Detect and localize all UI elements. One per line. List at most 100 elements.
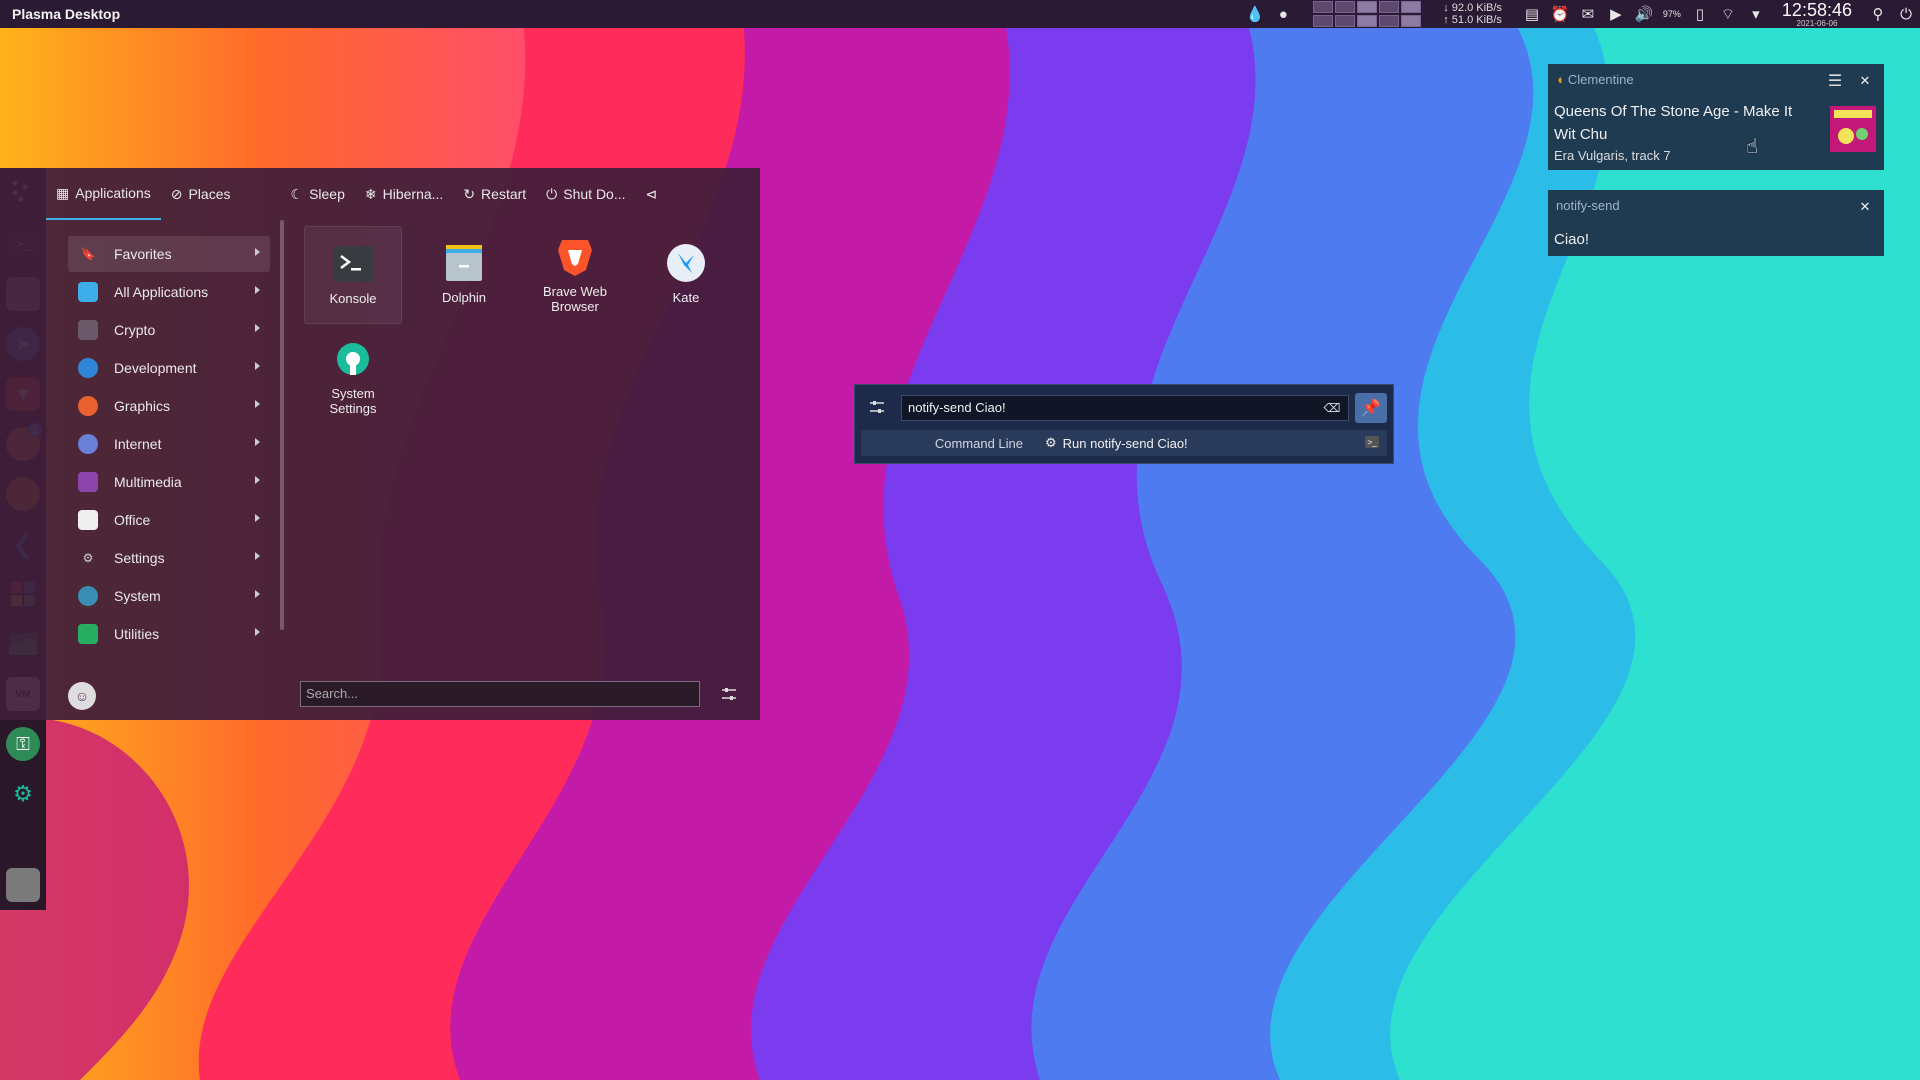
category-utilities[interactable]: Utilities <box>68 616 270 652</box>
notification-app-name: ◖ Clementine <box>1556 72 1634 87</box>
net-up-value: 51.0 KiB/s <box>1451 14 1502 26</box>
clock-date: 2021-06-06 <box>1796 18 1838 28</box>
category-internet[interactable]: Internet <box>68 426 270 462</box>
result-category: Command Line <box>934 435 1023 451</box>
pager-desktop[interactable] <box>1401 15 1422 27</box>
tab-applications[interactable]: ▦ Applications <box>46 168 161 220</box>
alarm-icon[interactable]: ⏰ <box>1546 0 1574 28</box>
app-system-settings[interactable]: System Settings <box>304 336 402 434</box>
power-icon[interactable]: ⏻ <box>1892 0 1920 28</box>
krunner-config-button[interactable] <box>865 395 889 419</box>
pager-desktop[interactable] <box>1357 1 1378 13</box>
location-icon[interactable]: ⚲ <box>1864 0 1892 28</box>
bookmark-icon: 🔖 <box>80 247 96 261</box>
result-run: ⚙ Run notify-send Ciao! <box>1045 435 1188 451</box>
pager-desktop[interactable] <box>1335 15 1356 27</box>
category-favorites[interactable]: 🔖 Favorites <box>68 236 270 272</box>
pager-desktop[interactable] <box>1313 1 1334 13</box>
category-label: Settings <box>114 550 165 566</box>
pager-desktop[interactable] <box>1335 1 1356 13</box>
category-label: All Applications <box>114 284 209 300</box>
category-label: System <box>114 588 161 604</box>
tab-places[interactable]: ⊘ Places <box>161 168 241 220</box>
category-system[interactable]: System <box>68 578 270 614</box>
sliders-icon <box>870 401 884 413</box>
notification-close-button[interactable]: ✕ <box>1856 72 1874 90</box>
kate-icon <box>665 242 707 284</box>
net-up: ↑ 51.0 KiB/s <box>1443 14 1502 26</box>
app-brave[interactable]: Brave Web Browser <box>526 226 624 324</box>
app-dolphin[interactable]: Dolphin <box>415 226 513 324</box>
development-icon <box>78 358 98 378</box>
office-icon <box>78 510 98 530</box>
notification-notify-send[interactable]: notify-send ✕ Ciao! <box>1548 190 1884 256</box>
utilities-icon <box>78 624 98 644</box>
clipboard-icon[interactable]: ▯ <box>1686 0 1714 28</box>
pager-desktop[interactable] <box>1357 15 1378 27</box>
pager-desktop[interactable] <box>1379 15 1400 27</box>
pager-desktop[interactable] <box>1313 15 1334 27</box>
chevron-left-icon: ⊲ <box>645 185 658 202</box>
media-play-icon[interactable]: ▶ <box>1602 0 1630 28</box>
hibernate-button[interactable]: ❄ Hiberna... <box>355 186 453 203</box>
pager-desktop[interactable] <box>1379 1 1400 13</box>
dock-trash-icon[interactable] <box>6 868 40 902</box>
notification-settings-button[interactable]: ☰ <box>1826 72 1844 90</box>
system-tray: 💧 ● ↓ 92.0 KiB/s ↑ 51.0 KiB/s ▤ ⏰ ✉ ▶ 🔊 … <box>1241 0 1920 28</box>
krunner-result-row[interactable]: Command Line ⚙ Run notify-send Ciao! >_ <box>861 430 1387 456</box>
drop-icon[interactable]: 💧 <box>1241 0 1269 28</box>
internet-icon <box>78 434 98 454</box>
app-kate[interactable]: Kate <box>637 226 735 324</box>
pager-desktop[interactable] <box>1401 1 1422 13</box>
app-label: Konsole <box>329 291 377 306</box>
launcher-settings-button[interactable] <box>718 683 740 705</box>
dock-system-settings-icon[interactable]: ⚙ <box>6 777 40 811</box>
shutdown-button[interactable]: ⏻ Shut Do... <box>536 186 635 203</box>
category-all-applications[interactable]: All Applications <box>68 274 270 310</box>
category-multimedia[interactable]: Multimedia <box>68 464 270 500</box>
category-office[interactable]: Office <box>68 502 270 538</box>
notification-close-button[interactable]: ✕ <box>1856 198 1874 216</box>
network-speed[interactable]: ↓ 92.0 KiB/s ↑ 51.0 KiB/s <box>1443 2 1502 26</box>
multimedia-icon <box>78 472 98 492</box>
kde-connect-icon[interactable]: ▤ <box>1518 0 1546 28</box>
restart-button[interactable]: ↻ Restart <box>453 186 536 203</box>
notification-clementine[interactable]: ◖ Clementine ☰ ✕ Queens Of The Stone Age … <box>1548 64 1884 170</box>
circle-icon[interactable]: ● <box>1269 0 1297 28</box>
terminal-icon[interactable]: >_ <box>1365 436 1379 448</box>
shutdown-label: Shut Do... <box>563 186 626 202</box>
app-label: Dolphin <box>441 290 487 305</box>
category-graphics[interactable]: Graphics <box>68 388 270 424</box>
dock-keepass-icon[interactable]: ⚿ <box>6 727 40 761</box>
pin-button[interactable]: 📌 <box>1355 393 1387 423</box>
volume-icon[interactable]: 🔊 <box>1630 0 1658 28</box>
result-text: Run notify-send Ciao! <box>1062 435 1188 451</box>
category-crypto[interactable]: Crypto <box>68 312 270 348</box>
tab-places-label: Places <box>188 186 231 202</box>
mail-icon[interactable]: ✉ <box>1574 0 1602 28</box>
virtual-desktop-pager[interactable] <box>1313 1 1422 27</box>
wifi-icon[interactable]: ⌔ <box>1714 0 1742 28</box>
user-avatar[interactable]: ☺ <box>68 682 96 710</box>
category-development[interactable]: Development <box>68 350 270 386</box>
tray-expand-icon[interactable]: ▾ <box>1742 0 1770 28</box>
battery-level: 97% <box>1662 9 1681 19</box>
clear-input-icon[interactable]: ⌫ <box>1323 399 1341 417</box>
category-list: 🔖 Favorites All Applications Crypto Devel… <box>68 236 270 654</box>
krunner-search-input[interactable]: notify-send Ciao! <box>901 395 1349 421</box>
category-label: Graphics <box>114 398 171 414</box>
clementine-icon: ◖ <box>1556 72 1564 87</box>
category-settings[interactable]: ⚙ Settings <box>68 540 270 576</box>
moon-icon: ☾ <box>290 185 304 202</box>
compass-icon: ⊘ <box>170 185 183 202</box>
app-konsole[interactable]: Konsole <box>304 226 402 324</box>
gears-icon: ⚙ <box>1045 435 1057 450</box>
arrow-right-icon <box>255 400 260 408</box>
battery-icon[interactable]: 97% <box>1658 0 1686 28</box>
more-power-button[interactable]: ⊲ <box>636 186 668 203</box>
launcher-search-input[interactable]: Search... <box>300 681 700 707</box>
digital-clock[interactable]: 12:58:46 2021-06-06 <box>1782 1 1852 28</box>
sleep-button[interactable]: ☾ Sleep <box>281 186 355 203</box>
category-scrollbar[interactable] <box>280 220 284 630</box>
system-icon <box>78 586 98 606</box>
